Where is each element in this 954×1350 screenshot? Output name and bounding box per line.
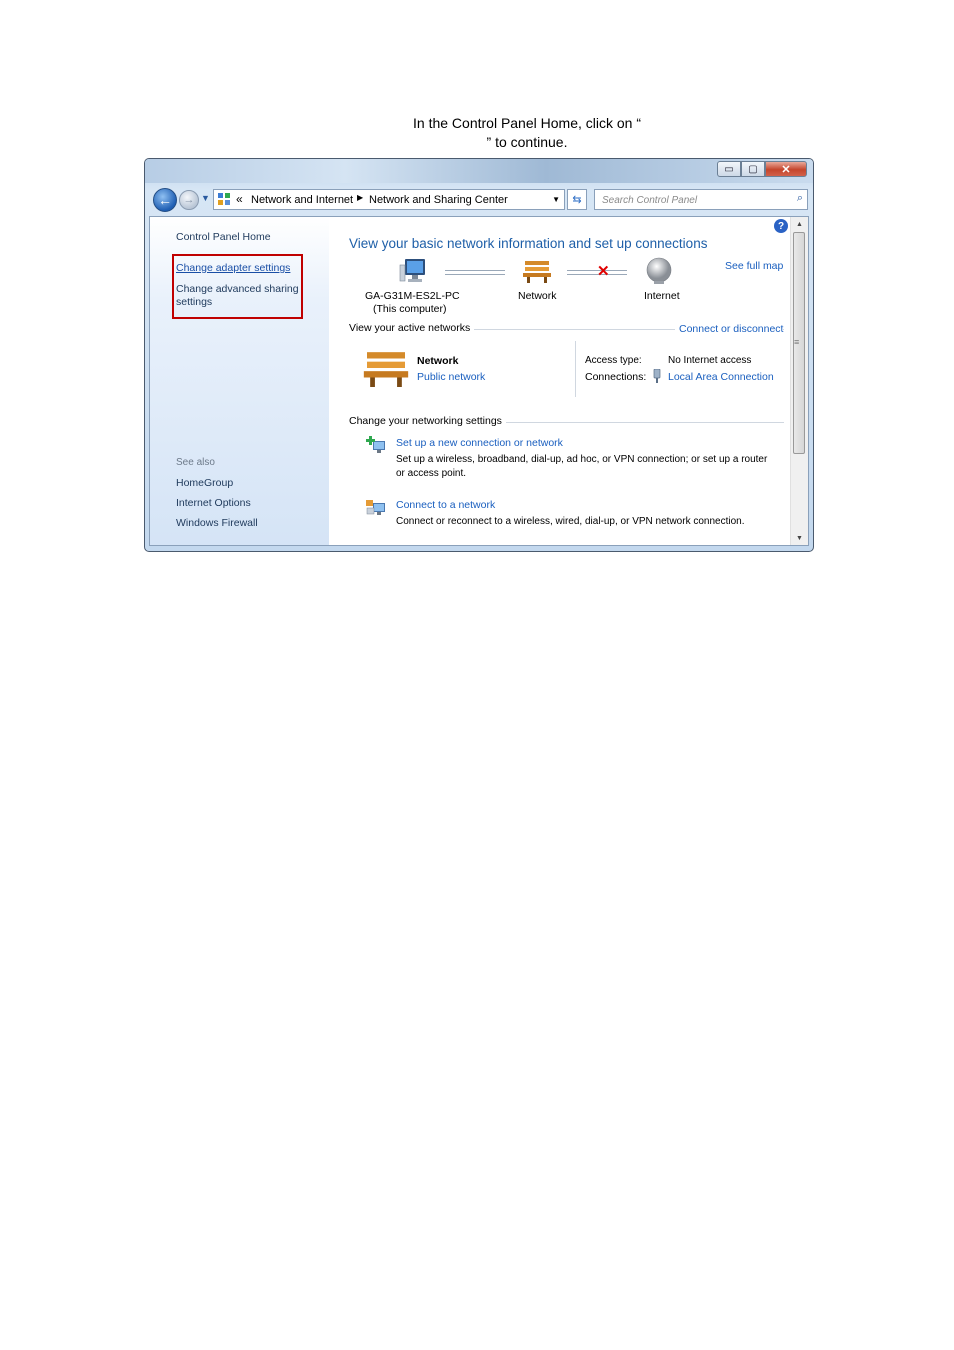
change-advanced-sharing-link[interactable]: Change advanced sharing — [176, 283, 299, 295]
navigation-bar: ← → ▼ « Network and Internet ▶ Network a… — [151, 187, 809, 213]
access-type-value: No Internet access — [668, 355, 752, 366]
network-bench-icon — [363, 352, 409, 387]
change-advanced-sharing-link-line2[interactable]: settings — [176, 296, 212, 308]
computer-icon — [399, 259, 425, 282]
scroll-up-icon[interactable]: ▲ — [791, 217, 808, 231]
breadcrumb-network-sharing-center[interactable]: Network and Sharing Center — [369, 194, 508, 206]
maximize-button[interactable]: ▢ — [741, 161, 765, 177]
overflow-chevron[interactable]: « — [236, 192, 243, 206]
local-area-connection-link[interactable]: Local Area Connection — [668, 371, 774, 383]
chevron-down-icon: ▼ — [201, 193, 210, 203]
breadcrumb-network-and-internet[interactable]: Network and Internet — [251, 194, 353, 206]
scroll-grip-icon: ≡ — [794, 337, 800, 347]
access-type-label: Access type: — [585, 355, 642, 366]
recent-pages-dropdown[interactable]: ▼ — [201, 193, 210, 203]
active-network-divider — [575, 341, 576, 397]
computer-name: GA-G31M-ES2L-PC — [365, 290, 460, 302]
connect-or-disconnect-link[interactable]: Connect or disconnect — [675, 323, 784, 335]
internet-map-label[interactable]: Internet — [644, 290, 680, 302]
ethernet-plug-icon — [653, 369, 661, 383]
task-pane: Control Panel Home Change adapter settin… — [150, 217, 329, 545]
vertical-scrollbar[interactable]: ▲ ≡ ▼ — [790, 217, 808, 545]
arrow-left-icon: ← — [158, 192, 172, 208]
windows-firewall-link[interactable]: Windows Firewall — [176, 517, 258, 529]
active-networks-heading: View your active networks — [349, 322, 475, 334]
connect-to-network-desc: Connect or reconnect to a wireless, wire… — [396, 516, 745, 527]
instruction-line-1: In the Control Panel Home, click on “ — [413, 115, 641, 131]
computer-sub-label: (This computer) — [373, 303, 447, 315]
minimize-button[interactable]: ▭ — [717, 161, 741, 177]
scroll-down-icon[interactable]: ▼ — [791, 531, 808, 545]
back-button[interactable]: ← — [153, 188, 177, 212]
refresh-icon: ⇆ — [572, 194, 582, 206]
setup-new-connection-desc: Set up a wireless, broadband, dial-up, a… — [396, 454, 768, 465]
new-connection-icon — [366, 436, 385, 453]
control-panel-home-link[interactable]: Control Panel Home — [176, 231, 271, 243]
connect-to-network-link[interactable]: Connect to a network — [396, 499, 495, 511]
internet-options-link[interactable]: Internet Options — [176, 497, 251, 509]
change-settings-heading: Change your networking settings — [349, 415, 506, 427]
change-adapter-settings-link[interactable]: Change adapter settings — [176, 262, 290, 274]
breadcrumb-separator-icon[interactable]: ▶ — [357, 193, 363, 202]
close-button[interactable]: ✕ — [765, 161, 807, 177]
network-sharing-center-window: ▭ ▢ ✕ ← → ▼ « Network and Internet ▶ Net… — [144, 158, 814, 552]
help-icon[interactable]: ? — [774, 219, 788, 233]
setup-new-connection-link[interactable]: Set up a new connection or network — [396, 437, 563, 449]
connections-label: Connections: — [585, 371, 647, 383]
arrow-right-icon: → — [183, 194, 195, 206]
search-icon[interactable]: ⌕ — [797, 192, 803, 205]
title-bar[interactable]: ▭ ▢ ✕ — [145, 159, 813, 183]
address-bar[interactable]: « Network and Internet ▶ Network and Sha… — [213, 189, 565, 210]
active-network-name: Network — [417, 355, 459, 367]
client-area: Control Panel Home Change adapter settin… — [149, 216, 809, 546]
bench-icon — [523, 261, 551, 283]
setup-new-connection-desc-line2: or access point. — [396, 468, 467, 479]
address-dropdown-icon[interactable]: ▼ — [552, 195, 560, 204]
control-panel-icon — [218, 193, 230, 205]
connection-line-computer-network — [445, 270, 505, 275]
search-box[interactable]: ⌕ — [594, 189, 808, 210]
see-also-heading: See also — [176, 457, 215, 468]
see-full-map-link[interactable]: See full map — [725, 260, 783, 272]
network-map-label[interactable]: Network — [518, 290, 557, 302]
no-connection-icon: ✕ — [597, 263, 610, 280]
page-title: View your basic network information and … — [349, 236, 708, 251]
homegroup-link[interactable]: HomeGroup — [176, 477, 233, 489]
main-pane: ? View your basic network information an… — [329, 217, 792, 545]
forward-button[interactable]: → — [179, 190, 199, 210]
public-network-link[interactable]: Public network — [417, 371, 485, 383]
refresh-button[interactable]: ⇆ — [567, 189, 587, 210]
connect-network-icon — [366, 500, 385, 515]
instruction-line-2: ” to continue. — [486, 134, 568, 150]
globe-icon — [646, 257, 672, 284]
search-input[interactable] — [600, 191, 784, 210]
